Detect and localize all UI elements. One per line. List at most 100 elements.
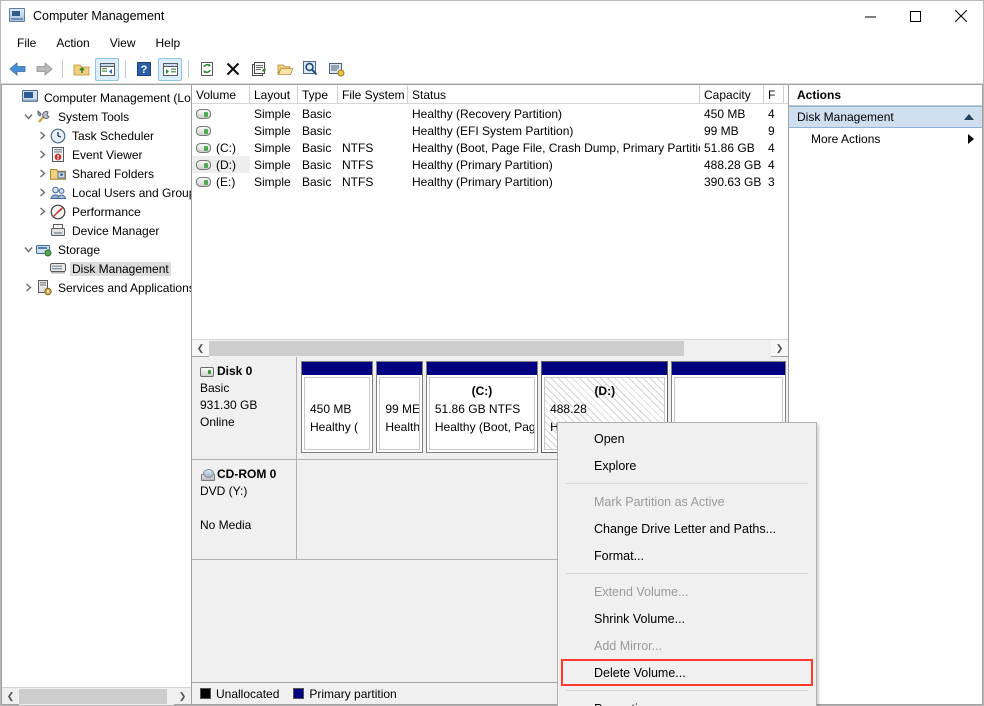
tree-item-event-viewer[interactable]: Event Viewer [2,145,191,164]
partition-block[interactable]: (C:) 51.86 GB NTFS Healthy (Boot, Pag [425,361,539,453]
context-menu-item-open[interactable]: Open [558,425,816,452]
tree-item-storage[interactable]: Storage [2,240,191,259]
volume-column-header-volume[interactable]: Volume [192,85,250,103]
tree-scroll-left-arrow[interactable]: ❮ [2,688,19,705]
show-hide-console-tree-icon[interactable] [95,57,119,81]
caret-right-icon[interactable] [968,134,974,144]
tools-icon [36,109,52,125]
volume-scroll-left-arrow[interactable]: ❮ [192,340,209,357]
chevron-right-icon[interactable] [34,164,50,183]
chevron-right-icon[interactable] [34,202,50,221]
menu-help[interactable]: Help [146,33,191,53]
volume-column-header-layout[interactable]: Layout [250,85,298,103]
volume-row[interactable]: (D:) Simple Basic NTFS Healthy (Primary Part… [192,156,788,173]
tree-item-disk-management[interactable]: Disk Management [2,259,191,278]
context-menu-item-delete-volume[interactable]: Delete Volume... [561,659,813,686]
tree-item-label: Device Manager [72,223,160,238]
context-menu-separator [566,690,808,691]
chevron-down-icon[interactable] [20,107,36,126]
open-folder-icon[interactable] [273,58,297,81]
context-menu-item-format[interactable]: Format... [558,542,816,569]
tree-scroll-thumb[interactable] [19,688,167,704]
volume-cell-text: Basic [302,140,332,155]
maximize-button[interactable] [893,1,938,31]
context-menu-item-shrink-volume[interactable]: Shrink Volume... [558,605,816,632]
volume-scroll-thumb[interactable] [209,340,684,356]
context-menu-item-explore[interactable]: Explore [558,452,816,479]
volume-cell-text: Basic [302,157,332,172]
chevron-right-icon[interactable] [34,183,50,202]
volume-list-rows: Simple Basic Healthy (Recovery Partition) 4… [192,104,788,339]
volume-column-header-f[interactable]: F [764,85,784,103]
volume-cell-text: 9 [768,123,775,138]
tree-item-local-users-and-groups[interactable]: Local Users and Groups [2,183,191,202]
volume-cell-capacity: 450 MB [700,105,764,122]
actions-group-disk-management[interactable]: Disk Management [789,106,982,128]
chevron-none [34,221,50,240]
tree-item-computer-management-local[interactable]: Computer Management (Local [2,88,191,107]
volume-column-header-type[interactable]: Type [298,85,338,103]
properties-icon[interactable] [247,58,271,81]
context-menu-item-properties[interactable]: Properties [558,695,816,706]
caret-up-icon[interactable] [964,114,974,120]
volume-column-header-status[interactable]: Status [408,85,700,103]
tree-scroll-right-arrow[interactable]: ❯ [174,688,191,705]
search-icon[interactable] [299,58,323,81]
legend-item: Unallocated [200,687,279,701]
back-icon[interactable] [6,58,30,81]
context-menu-separator [566,573,808,574]
context-menu-item-label: Extend Volume... [594,584,689,599]
chevron-right-icon[interactable] [20,278,36,297]
volume-column-header-capacity[interactable]: Capacity [700,85,764,103]
chevron-down-icon[interactable] [20,240,36,259]
show-hide-action-pane-icon[interactable] [158,57,182,81]
volume-row[interactable]: (E:) Simple Basic NTFS Healthy (Primary Part… [192,173,788,190]
volume-cell-text: 51.86 GB [704,140,755,155]
refresh-icon[interactable] [195,58,219,81]
volume-cell-text: 3 [768,174,775,189]
volume-cell-filesystem: NTFS [338,139,408,156]
delete-icon[interactable] [221,58,245,81]
partition-block[interactable]: 450 MB Healthy ( [301,361,374,453]
tree-horizontal-scrollbar[interactable]: ❮ ❯ [2,687,191,705]
up-folder-icon[interactable] [69,58,93,81]
tree-item-services-and-applications[interactable]: Services and Applications [2,278,191,297]
disk-size: 931.30 GB [200,398,258,412]
rescan-disks-icon[interactable] [325,58,349,81]
tree-item-system-tools[interactable]: System Tools [2,107,191,126]
volume-cell-text: 4 [768,157,775,172]
column-header-label: Status [412,87,447,102]
tree-item-shared-folders[interactable]: Shared Folders [2,164,191,183]
legend-label: Unallocated [216,686,280,701]
partition-block[interactable]: 99 ME Health [376,361,423,453]
menu-file[interactable]: File [7,33,46,53]
chevron-none [34,259,50,278]
help-icon[interactable]: ? [132,58,156,81]
volume-scroll-right-arrow[interactable]: ❯ [771,340,788,357]
disk-info-panel[interactable]: Disk 0 Basic 931.30 GB Online [192,357,297,459]
tree-item-device-manager[interactable]: Device Manager [2,221,191,240]
actions-item-more-actions[interactable]: More Actions [789,128,982,150]
menu-view[interactable]: View [100,33,146,53]
computer-icon [22,89,38,106]
volume-row[interactable]: (C:) Simple Basic NTFS Healthy (Boot, Page F… [192,139,788,156]
volume-column-header-file-system[interactable]: File System [338,85,408,103]
volume-cell-volume: (D:) [192,156,250,173]
chevron-right-icon[interactable] [34,126,50,145]
volume-scroll-track[interactable] [209,339,771,357]
volume-list-horizontal-scrollbar[interactable]: ❮ ❯ [192,339,788,357]
column-header-label: File System [342,87,405,102]
tree-item-task-scheduler[interactable]: Task Scheduler [2,126,191,145]
context-menu-item-change-drive-letter-and-paths[interactable]: Change Drive Letter and Paths... [558,515,816,542]
close-button[interactable] [938,1,983,31]
minimize-button[interactable] [848,1,893,31]
volume-cell-text: 4 [768,140,775,155]
volume-row[interactable]: Simple Basic Healthy (EFI System Partition… [192,122,788,139]
disk-info-panel[interactable]: CD-ROM 0 DVD (Y:) No Media [192,460,297,559]
tree-scroll-track[interactable] [19,687,174,705]
chevron-right-icon[interactable] [34,145,50,164]
menu-action[interactable]: Action [46,33,99,53]
tree-item-performance[interactable]: Performance [2,202,191,221]
forward-icon[interactable] [32,58,56,81]
volume-row[interactable]: Simple Basic Healthy (Recovery Partition) 4… [192,105,788,122]
